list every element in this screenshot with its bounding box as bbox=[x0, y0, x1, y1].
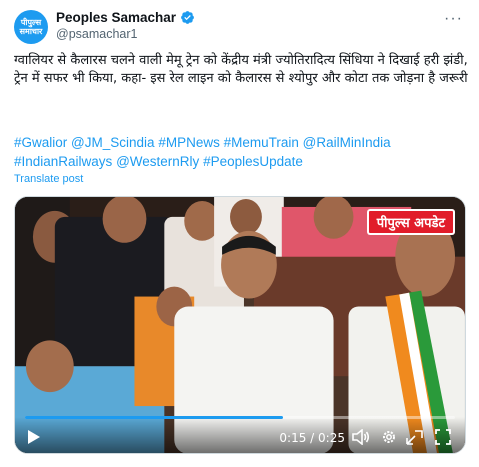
post-header: Peoples Samachar @psamachar1 ··· bbox=[56, 10, 465, 42]
progress-bar[interactable] bbox=[25, 416, 455, 419]
settings-gear-icon[interactable] bbox=[381, 429, 397, 445]
hashtag-link[interactable]: #MemuTrain bbox=[224, 135, 299, 150]
play-icon[interactable] bbox=[27, 429, 41, 445]
avatar-logo-text: पीपुल्स समाचार bbox=[19, 18, 43, 36]
hashtag-link[interactable]: #PeoplesUpdate bbox=[203, 154, 303, 169]
translate-post-link[interactable]: Translate post bbox=[14, 173, 83, 185]
more-options-icon[interactable]: ··· bbox=[444, 10, 463, 28]
mention-link[interactable]: @JM_Scindia bbox=[71, 135, 155, 150]
verified-badge-icon bbox=[181, 11, 194, 24]
avatar[interactable]: पीपुल्स समाचार bbox=[14, 10, 48, 44]
channel-badge: पीपुल्स अपडेट bbox=[366, 209, 455, 235]
hashtag-link[interactable]: #Gwalior bbox=[14, 135, 67, 150]
video-controls bbox=[15, 417, 465, 453]
hashtag-link[interactable]: #IndianRailways bbox=[14, 154, 112, 169]
mention-link[interactable]: @WesternRly bbox=[116, 154, 199, 169]
post-text: ग्वालियर से कैलारस चलने वाली मेमू ट्रेन … bbox=[14, 53, 468, 86]
progress-fill bbox=[25, 416, 283, 419]
hashtag-link[interactable]: #MPNews bbox=[158, 135, 220, 150]
author-display-name[interactable]: Peoples Samachar bbox=[56, 10, 176, 25]
time-display: 0:15 / 0:25 bbox=[279, 431, 345, 445]
author-handle[interactable]: @psamachar1 bbox=[56, 27, 465, 41]
fullscreen-icon[interactable] bbox=[435, 429, 451, 445]
video-player[interactable]: पीपुल्स अपडेट 0:15 / 0:25 bbox=[14, 196, 466, 454]
volume-icon[interactable] bbox=[352, 429, 370, 445]
hashtag-list: #Gwalior @JM_Scindia #MPNews #MemuTrain … bbox=[14, 133, 469, 171]
picture-in-picture-icon[interactable] bbox=[406, 430, 423, 445]
mention-link[interactable]: @RailMinIndia bbox=[303, 135, 391, 150]
